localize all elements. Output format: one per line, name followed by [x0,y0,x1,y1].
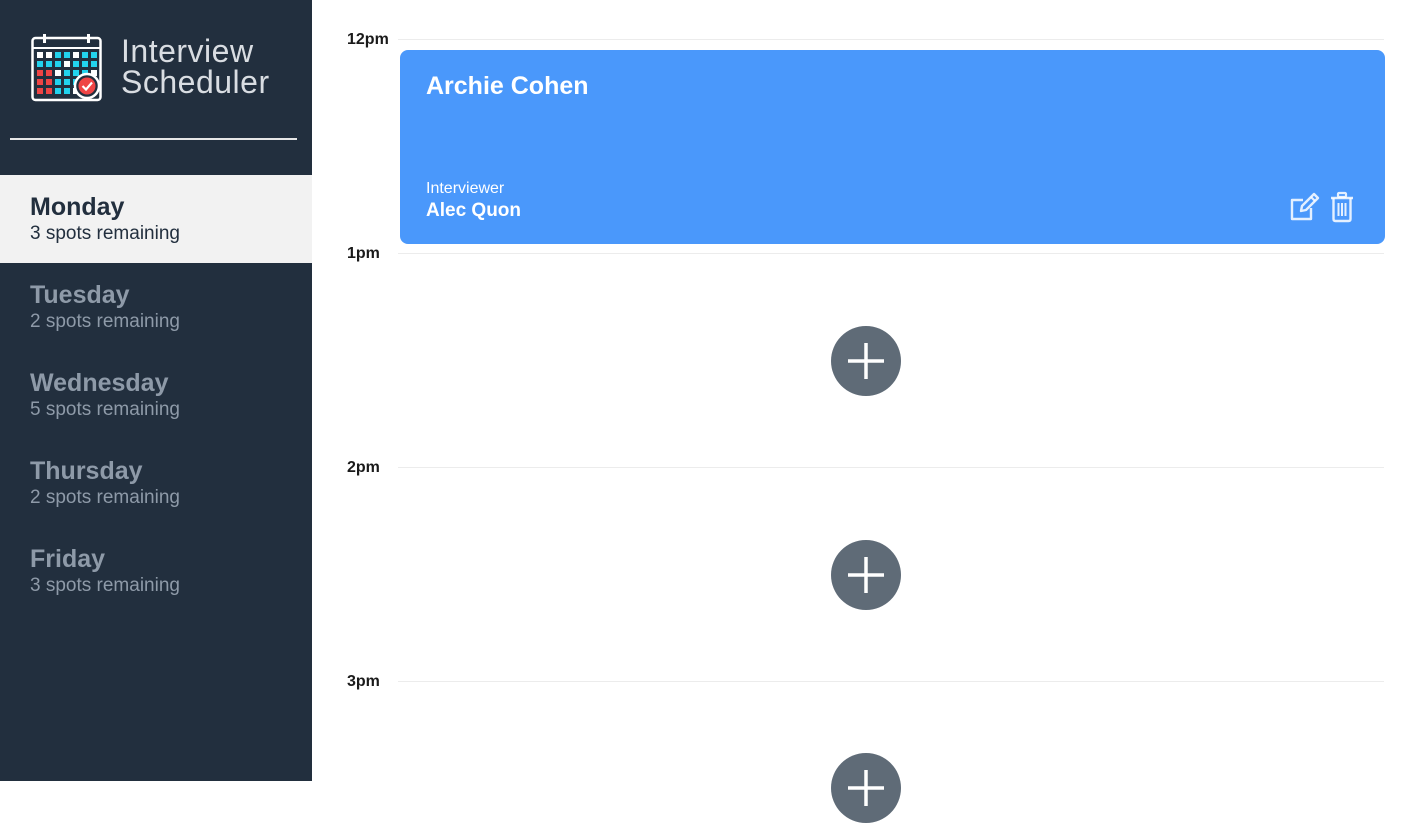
day-name: Friday [30,545,106,573]
time-divider [398,39,1384,40]
day-spots: 3 spots remaining [30,223,180,244]
day-spots: 2 spots remaining [30,311,180,332]
sidebar: Interview Scheduler Monday 3 spots remai… [0,0,312,781]
day-name: Wednesday [30,369,169,397]
add-appointment-button[interactable] [831,326,901,396]
app-title: Interview Scheduler [121,33,270,100]
time-label-2pm: 2pm [347,459,380,476]
day-list: Monday 3 spots remaining Tuesday 2 spots… [0,175,312,615]
trash-icon[interactable] [1329,191,1361,223]
time-label-1pm: 1pm [347,245,380,262]
day-item-wednesday[interactable]: Wednesday 5 spots remaining [0,351,312,439]
day-item-thursday[interactable]: Thursday 2 spots remaining [0,439,312,527]
day-item-monday[interactable]: Monday 3 spots remaining [0,175,312,263]
day-name: Monday [30,193,125,221]
add-circle-icon [848,557,884,593]
time-divider [398,467,1384,468]
add-circle-icon [848,343,884,379]
interviewer-label: Interviewer [426,180,505,197]
appointment-student: Archie Cohen [426,72,589,100]
appointment-actions [1289,191,1361,223]
calendar-check-icon [31,33,105,108]
add-circle-icon [848,770,884,806]
app-title-line1: Interview [121,33,254,69]
day-spots: 5 spots remaining [30,399,180,420]
day-name: Tuesday [30,281,130,309]
day-spots: 2 spots remaining [30,487,180,508]
time-divider [398,681,1384,682]
schedule: 12pm Archie Cohen Interviewer Alec Quon [312,0,1415,823]
app-title-line2: Scheduler [121,64,270,100]
day-item-tuesday[interactable]: Tuesday 2 spots remaining [0,263,312,351]
time-divider [398,253,1384,254]
time-label-12pm: 12pm [347,31,389,48]
day-spots: 3 spots remaining [30,575,180,596]
add-appointment-button[interactable] [831,753,901,823]
appointment-card: Archie Cohen Interviewer Alec Quon [400,50,1385,244]
interviewer-name: Alec Quon [426,200,522,221]
add-appointment-button[interactable] [831,540,901,610]
sidebar-divider [10,138,297,140]
day-item-friday[interactable]: Friday 3 spots remaining [0,527,312,615]
edit-icon[interactable] [1289,191,1321,223]
day-name: Thursday [30,457,143,485]
time-label-3pm: 3pm [347,673,380,690]
